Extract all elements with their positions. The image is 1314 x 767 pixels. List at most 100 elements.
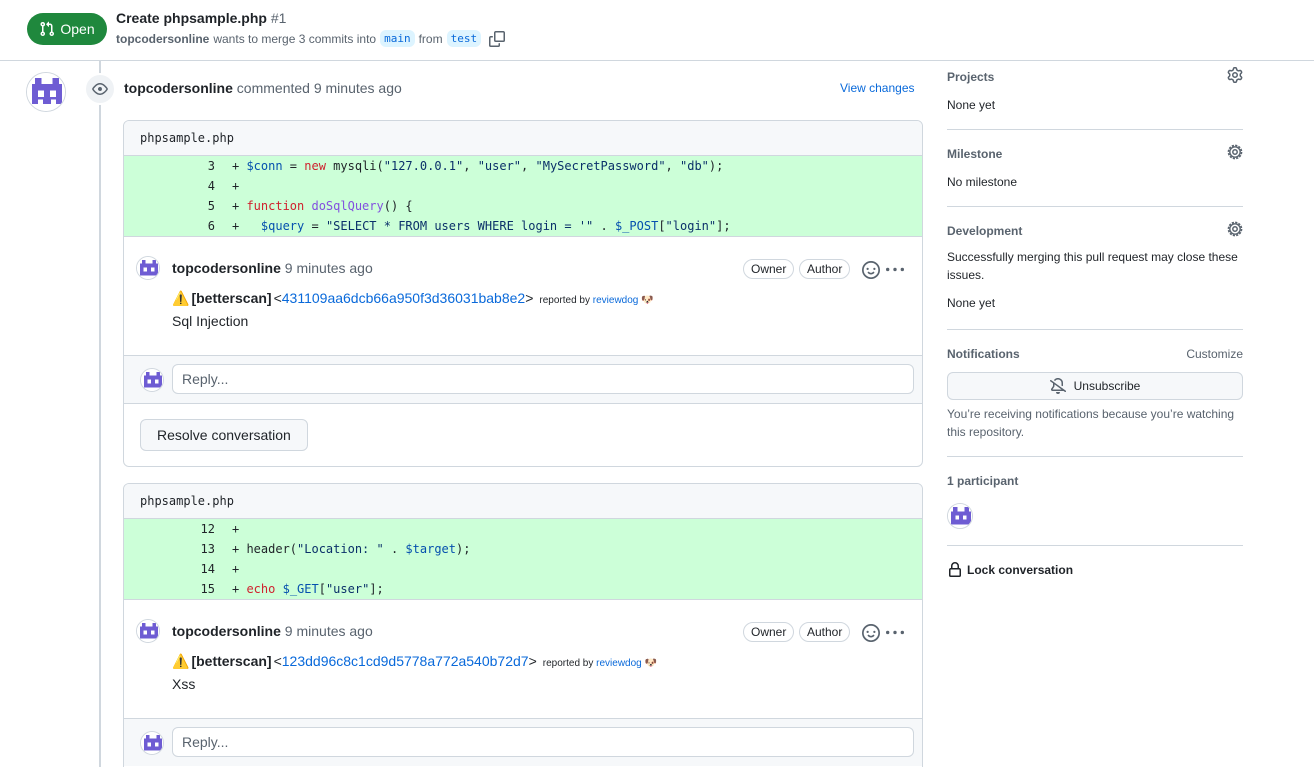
line-code: + $query = "SELECT * FROM users WHERE lo… — [232, 219, 731, 233]
line-code: + $conn = new mysqli("127.0.0.1", "user"… — [232, 159, 724, 173]
state-label: Open — [60, 21, 95, 37]
unsubscribe-button[interactable]: Unsubscribe — [947, 372, 1243, 400]
avatar[interactable] — [26, 72, 66, 112]
identicon — [141, 369, 163, 391]
review-comment: topcodersonline 9 minutes ago Owner Auth… — [124, 236, 922, 355]
line-code: + header("Location: " . $target); — [232, 542, 471, 556]
line-number: 4 — [207, 179, 215, 193]
review-author[interactable]: topcodersonline — [124, 80, 233, 96]
avatar[interactable] — [136, 256, 160, 280]
warning-icon: ⚠️ — [172, 653, 190, 669]
head-branch[interactable]: test — [446, 30, 482, 47]
gear-icon[interactable] — [1227, 67, 1243, 83]
owner-badge: Owner — [743, 622, 795, 642]
line-number: 6 — [207, 219, 215, 233]
divider — [947, 206, 1243, 207]
comment-time[interactable]: 9 minutes ago — [285, 623, 373, 639]
diff-hunk: 3 + $conn = new mysqli("127.0.0.1", "user… — [124, 156, 922, 236]
timeline-line — [99, 61, 101, 767]
diff-line: 3 + $conn = new mysqli("127.0.0.1", "user… — [124, 156, 922, 176]
line-number: 14 — [200, 562, 215, 576]
participants-title: 1 participant — [947, 474, 1019, 488]
diff-line: 13 + header("Location: " . $target); — [124, 539, 922, 559]
review-action: commented — [236, 80, 310, 96]
comment-body: ⚠️ [betterscan] <123dd96c8c1cd9d5778a772… — [172, 653, 657, 692]
comment-text: Sql Injection — [172, 313, 249, 329]
line-code: + echo $_GET["user"]; — [232, 582, 384, 596]
sha-link[interactable]: 431109aa6dcb66a950f3d36031bab8e2 — [282, 290, 525, 306]
development-title[interactable]: Development — [947, 224, 1243, 238]
diff-line: 5 + function doSqlQuery() { — [124, 196, 922, 216]
pr-title: Create phpsample.php #1 — [116, 10, 286, 26]
gear-icon[interactable] — [1227, 221, 1243, 237]
reply-input[interactable]: Reply... — [172, 364, 914, 394]
avatar[interactable] — [140, 368, 164, 392]
identicon — [137, 620, 159, 642]
development-text: Successfully merging this pull request m… — [947, 250, 1238, 282]
reply-row: Reply... — [124, 718, 922, 766]
avatar[interactable] — [140, 731, 164, 755]
review-eye-badge — [84, 73, 116, 105]
line-code: + function doSqlQuery() { — [232, 199, 413, 213]
comment-author[interactable]: topcodersonline — [172, 623, 281, 639]
thread-file-name[interactable]: phpsample.php — [124, 484, 922, 519]
kebab-horizontal-icon[interactable] — [886, 624, 904, 642]
divider — [947, 329, 1243, 330]
diff-line: 14 + — [124, 559, 922, 579]
resolve-row: Resolve conversation — [124, 403, 922, 466]
copy-icon[interactable] — [489, 30, 506, 47]
base-branch[interactable]: main — [380, 30, 415, 47]
eye-icon — [92, 83, 108, 95]
review-time[interactable]: 9 minutes ago — [314, 80, 402, 96]
notification-reason: You’re receiving notifications because y… — [947, 407, 1235, 439]
review-thread: phpsample.php 12 + 13 + header("Location: … — [123, 483, 923, 767]
tool-tag: [betterscan] — [191, 290, 272, 306]
kebab-horizontal-icon[interactable] — [886, 261, 904, 279]
smiley-icon[interactable] — [862, 624, 880, 642]
reviewdog-link[interactable]: reviewdog — [596, 658, 642, 669]
line-code: + — [232, 562, 240, 576]
review-thread: phpsample.php 3 + $conn = new mysqli("127… — [123, 120, 923, 467]
participant-avatar[interactable] — [947, 503, 973, 529]
git-pull-request-icon — [40, 21, 55, 37]
view-changes-link[interactable]: View changes — [840, 81, 915, 95]
sha-link[interactable]: 123dd96c8c1cd9d5778a772a540b72d7 — [282, 653, 529, 669]
resolve-conversation-button[interactable]: Resolve conversation — [140, 419, 308, 451]
customize-link[interactable]: Customize — [1186, 347, 1243, 361]
diff-line: 15 + echo $_GET["user"]; — [124, 579, 922, 599]
pr-author-link[interactable]: topcodersonline — [116, 32, 209, 46]
reported-by: reported by reviewdog 🐶 — [539, 295, 653, 306]
comment-header: topcodersonline 9 minutes ago — [172, 260, 373, 276]
sidebar-participants: 1 participant — [947, 474, 1243, 529]
reply-input[interactable]: Reply... — [172, 727, 914, 757]
gear-icon[interactable] — [1227, 144, 1243, 160]
identicon — [948, 504, 972, 528]
comment-time[interactable]: 9 minutes ago — [285, 260, 373, 276]
from-text: from — [418, 31, 443, 46]
reported-by: reported by reviewdog 🐶 — [543, 658, 657, 669]
projects-value: None yet — [947, 98, 996, 112]
comment-author[interactable]: topcodersonline — [172, 260, 281, 276]
development-value: None yet — [947, 296, 996, 310]
projects-title[interactable]: Projects — [947, 70, 1243, 84]
author-badge: Author — [799, 622, 851, 642]
divider — [947, 545, 1243, 546]
sidebar-projects: Projects None yet — [947, 67, 1243, 114]
reviewdog-link[interactable]: reviewdog — [593, 295, 639, 306]
thread-file-name[interactable]: phpsample.php — [124, 121, 922, 156]
diff-line: 6 + $query = "SELECT * FROM users WHERE l… — [124, 216, 922, 236]
reported-by-text: reported by — [539, 295, 590, 306]
comment-text: Xss — [172, 676, 196, 692]
line-number: 3 — [207, 159, 215, 173]
milestone-title[interactable]: Milestone — [947, 147, 1243, 161]
tool-tag: [betterscan] — [191, 653, 272, 669]
avatar[interactable] — [136, 619, 160, 643]
lock-conversation-button[interactable]: Lock conversation — [947, 562, 1243, 578]
smiley-icon[interactable] — [862, 261, 880, 279]
identicon — [27, 73, 65, 111]
diff-line: 12 + — [124, 519, 922, 539]
milestone-value: No milestone — [947, 175, 1018, 189]
comment-header: topcodersonline 9 minutes ago — [172, 623, 373, 639]
dog-icon: 🐶 — [641, 295, 654, 306]
sidebar-milestone: Milestone No milestone — [947, 144, 1243, 191]
